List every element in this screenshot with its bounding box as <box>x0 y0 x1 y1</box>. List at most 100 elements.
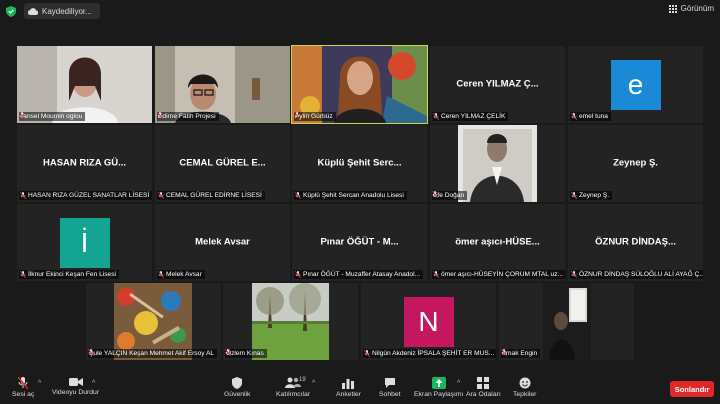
smiley-icon <box>519 377 531 389</box>
participant-tile[interactable]: Edirne Fatih Projesi <box>155 46 290 123</box>
participant-display-name: Zeynep Ş. <box>613 156 658 168</box>
mic-muted-icon <box>295 192 301 199</box>
mic-muted-icon <box>433 271 439 278</box>
participant-name-caption: Tansel Moumin oglou <box>19 112 86 121</box>
participant-name-caption: Nilgün Akdeniz İPSALA ŞEHİT ER MUS... <box>363 349 496 358</box>
breakout-rooms-button[interactable]: Ara Odaları <box>466 377 501 398</box>
mic-muted-icon <box>294 112 300 119</box>
end-meeting-button[interactable]: Sonlandır <box>670 381 714 397</box>
participant-name-caption: Özlem Kınas <box>225 349 267 358</box>
participant-tile[interactable]: ömer aşıcı-HÜSE... ömer aşıcı-HÜSEYİN ÇOR… <box>430 204 565 281</box>
participant-tile[interactable]: Aylin Gürbüz <box>291 45 428 124</box>
video-options-caret[interactable]: ^ <box>92 380 95 387</box>
participant-name-caption: İlknur Ekinci Keşan Fen Lisesi <box>19 270 119 279</box>
participant-name-label: emel tuna <box>579 113 608 120</box>
mic-muted-icon <box>157 112 163 119</box>
participant-tile[interactable]: Şule YALÇIN Keşan Mehmet Akif Ersoy AL <box>86 283 221 360</box>
participant-tile[interactable]: e emel tuna <box>568 46 703 123</box>
bar-chart-icon <box>342 379 355 389</box>
mic-muted-icon <box>432 191 438 198</box>
mic-muted-icon <box>18 377 29 389</box>
mic-muted-icon <box>225 349 231 356</box>
unmute-button[interactable]: Sesi aç <box>12 377 34 398</box>
participants-options-caret[interactable]: ^ <box>312 380 315 387</box>
participant-display-name: ömer aşıcı-HÜSE... <box>455 235 540 247</box>
stop-video-label: Videoyu Durdur <box>52 389 100 396</box>
mic-muted-icon <box>88 349 94 356</box>
mic-muted-icon <box>19 112 25 119</box>
participant-name-caption: ÖZNUR DİNDAŞ SÜLOĞLU ALİ AYAĞ Ç... <box>570 270 703 279</box>
participant-name-label: Irmak Engin <box>502 350 538 357</box>
participant-name-label: Küplü Şehit Sercan Anadolu Lisesi <box>303 192 404 199</box>
participant-display-name: Küplü Şehit Serc... <box>317 156 402 168</box>
participant-name-caption: Pınar ÖĞÜT - Muzaffer Atasay Anadol... <box>294 270 424 279</box>
participants-label: Katılımcılar <box>276 391 310 398</box>
recording-status[interactable]: Kaydediliyor... <box>24 3 100 19</box>
reactions-button[interactable]: Tepkiler <box>513 377 536 398</box>
participant-display-name: ÖZNUR DİNDAŞ... <box>595 235 676 247</box>
participant-tile[interactable]: Küplü Şehit Serc... Küplü Şehit Sercan An… <box>292 125 427 202</box>
mic-muted-icon <box>158 192 164 199</box>
participant-name-caption: Edirne Fatih Projesi <box>157 112 219 121</box>
mic-muted-icon <box>295 271 301 278</box>
unmute-label: Sesi aç <box>12 391 35 398</box>
share-options-caret[interactable]: ^ <box>457 380 460 387</box>
participant-name-label: Nilgün Akdeniz İPSALA ŞEHİT ER MUS... <box>372 350 495 357</box>
participant-name-caption: emel tuna <box>570 112 611 121</box>
participant-display-name: CEMAL GÜREL E... <box>179 156 266 168</box>
participant-name-caption: ömer aşıcı-HÜSEYİN ÇORUM MTAL uz... <box>432 270 565 279</box>
participant-name-caption: CEMAL GÜREL EDİRNE LİSESİ <box>157 191 265 200</box>
share-screen-icon <box>431 377 446 389</box>
breakout-rooms-icon <box>477 377 490 389</box>
grid-icon <box>668 4 677 13</box>
video-camera-icon <box>68 378 83 386</box>
participant-name-label: Şule YALÇIN Keşan Mehmet Akif Ersoy AL <box>89 350 215 357</box>
chat-button[interactable]: Sohbet <box>379 377 401 398</box>
participant-name-caption: Efe Doğan <box>432 191 468 200</box>
participant-tile[interactable]: Ceren YILMAZ Ç... Ceren YILMAZ ÇELİK <box>430 46 565 123</box>
security-button[interactable]: Güvenlik <box>224 377 250 398</box>
mic-muted-icon <box>364 350 370 357</box>
participant-avatar: e <box>610 60 661 110</box>
participant-tile[interactable]: Melek Avsar Melek Avsar <box>155 204 290 281</box>
mic-muted-icon <box>571 271 577 278</box>
participant-name-caption: HASAN RIZA GÜZEL SANATLAR LİSESİ <box>19 191 152 200</box>
polls-button[interactable]: Anketler <box>336 377 361 398</box>
participant-tile[interactable]: Zeynep Ş. Zeynep Ş. <box>568 125 703 202</box>
participant-name-label: Pınar ÖĞÜT - Muzaffer Atasay Anadol... <box>303 271 421 278</box>
mic-muted-icon <box>501 349 507 356</box>
participant-name-label: Ceren YILMAZ ÇELİK <box>441 113 506 120</box>
participant-avatar: İ <box>59 218 110 268</box>
participant-tile[interactable]: İ İlknur Ekinci Keşan Fen Lisesi <box>17 204 152 281</box>
participant-tile[interactable]: HASAN RIZA GÜ... HASAN RIZA GÜZEL SANATLA… <box>17 125 152 202</box>
participant-name-label: CEMAL GÜREL EDİRNE LİSESİ <box>166 192 262 199</box>
participant-tile[interactable]: N Nilgün Akdeniz İPSALA ŞEHİT ER MUS... <box>361 283 496 360</box>
participant-tile[interactable]: Özlem Kınas <box>223 283 358 360</box>
participant-avatar: N <box>403 297 454 347</box>
participant-tile[interactable]: Efe Doğan <box>430 125 565 202</box>
chat-label: Sohbet <box>379 391 401 398</box>
mic-muted-icon <box>20 192 26 199</box>
participant-name-caption: Küplü Şehit Sercan Anadolu Lisesi <box>294 191 407 200</box>
participant-tile[interactable]: Irmak Engin <box>499 283 634 360</box>
audio-options-caret[interactable]: ^ <box>38 380 41 387</box>
participant-name-caption: Aylin Gürbüz <box>294 112 336 121</box>
participant-tile[interactable]: Pınar ÖĞÜT - M... Pınar ÖĞÜT - Muzaffer A… <box>292 204 427 281</box>
shield-icon[interactable] <box>6 6 16 17</box>
reactions-label: Tepkiler <box>513 391 537 398</box>
participant-tile[interactable]: Tansel Moumin oglou <box>17 46 152 123</box>
mic-muted-icon <box>571 113 577 120</box>
breakout-rooms-label: Ara Odaları <box>466 391 501 398</box>
view-button[interactable]: Görünüm <box>668 4 714 13</box>
top-bar: Kaydediliyor... Görünüm <box>0 0 720 24</box>
participant-name-caption: Zeynep Ş. <box>570 191 613 200</box>
participant-tile[interactable]: CEMAL GÜREL E... CEMAL GÜREL EDİRNE LİSES… <box>155 125 290 202</box>
mic-muted-icon <box>571 192 577 199</box>
polls-label: Anketler <box>336 391 361 398</box>
participant-display-name: Ceren YILMAZ Ç... <box>456 77 539 89</box>
participant-name-caption: Irmak Engin <box>501 349 541 358</box>
participant-tile[interactable]: ÖZNUR DİNDAŞ... ÖZNUR DİNDAŞ SÜLOĞLU ALİ … <box>568 204 703 281</box>
participants-count: 19 <box>299 377 306 383</box>
mic-muted-icon <box>433 113 439 120</box>
participant-name-label: Aylin Gürbüz <box>295 113 333 120</box>
